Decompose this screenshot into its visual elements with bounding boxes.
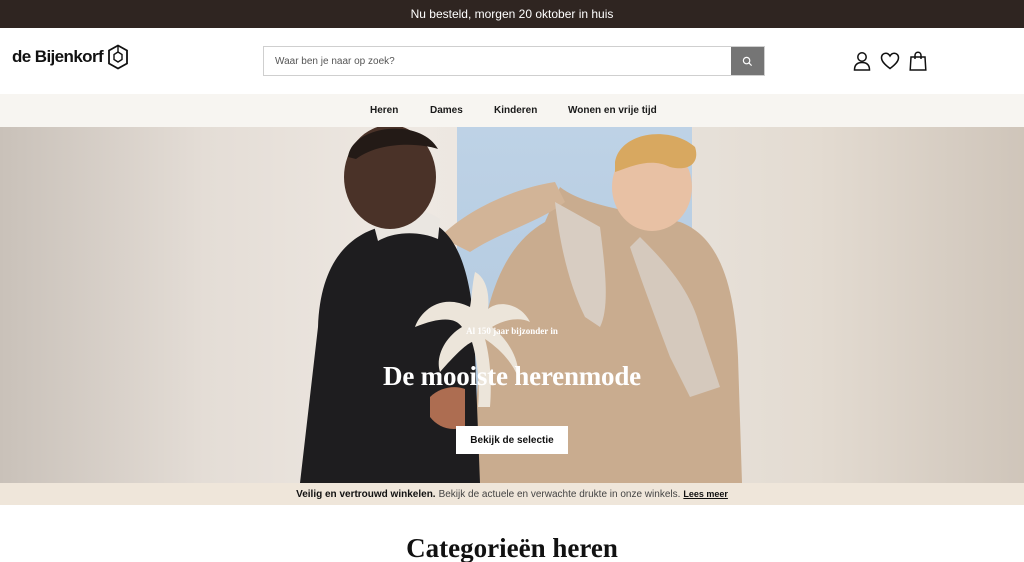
store-notice-bar: Veilig en vertrouwd winkelen. Bekijk de … bbox=[0, 483, 1024, 505]
hero-banner[interactable]: Al 150 jaar bijzonder in De mooiste here… bbox=[0, 127, 1024, 483]
hero-title: De mooiste herenmode bbox=[383, 361, 641, 391]
search-icon bbox=[742, 56, 753, 66]
search-button[interactable] bbox=[731, 47, 764, 75]
nav-item-dames[interactable]: Dames bbox=[430, 105, 463, 116]
brand-logo[interactable]: de Bijenkorf bbox=[12, 44, 129, 70]
hero-cta-button[interactable]: Bekijk de selectie bbox=[456, 426, 568, 454]
search-input[interactable] bbox=[264, 47, 731, 75]
notice-read-more-link[interactable]: Lees meer bbox=[683, 489, 728, 499]
account-button[interactable] bbox=[852, 50, 872, 72]
shopping-bag-icon bbox=[909, 51, 927, 71]
notice-text: Bekijk de actuele en verwachte drukte in… bbox=[438, 488, 681, 500]
wishlist-button[interactable] bbox=[880, 50, 900, 72]
nav-item-wonen-en-vrije-tijd[interactable]: Wonen en vrije tijd bbox=[568, 105, 657, 116]
heart-icon bbox=[880, 52, 900, 70]
hero-kicker: Al 150 jaar bijzonder in bbox=[466, 326, 558, 336]
main-navigation: Heren Dames Kinderen Wonen en vrije tijd bbox=[0, 94, 1024, 127]
nav-item-kinderen[interactable]: Kinderen bbox=[494, 105, 537, 116]
announcement-bar: Nu besteld, morgen 20 oktober in huis bbox=[0, 0, 1024, 28]
cart-button[interactable] bbox=[908, 50, 928, 72]
announcement-text: Nu besteld, morgen 20 oktober in huis bbox=[410, 7, 614, 21]
header-actions bbox=[852, 50, 928, 72]
notice-bold-text: Veilig en vertrouwd winkelen. bbox=[296, 488, 436, 500]
account-icon bbox=[853, 52, 871, 71]
section-title: Categorieën heren bbox=[406, 533, 618, 562]
site-header: de Bijenkorf bbox=[0, 28, 1024, 94]
brand-logo-text: de Bijenkorf bbox=[12, 47, 104, 66]
nav-item-heren[interactable]: Heren bbox=[370, 105, 398, 116]
search-bar bbox=[263, 46, 765, 76]
bijenkorf-hexagon-icon bbox=[108, 44, 128, 70]
